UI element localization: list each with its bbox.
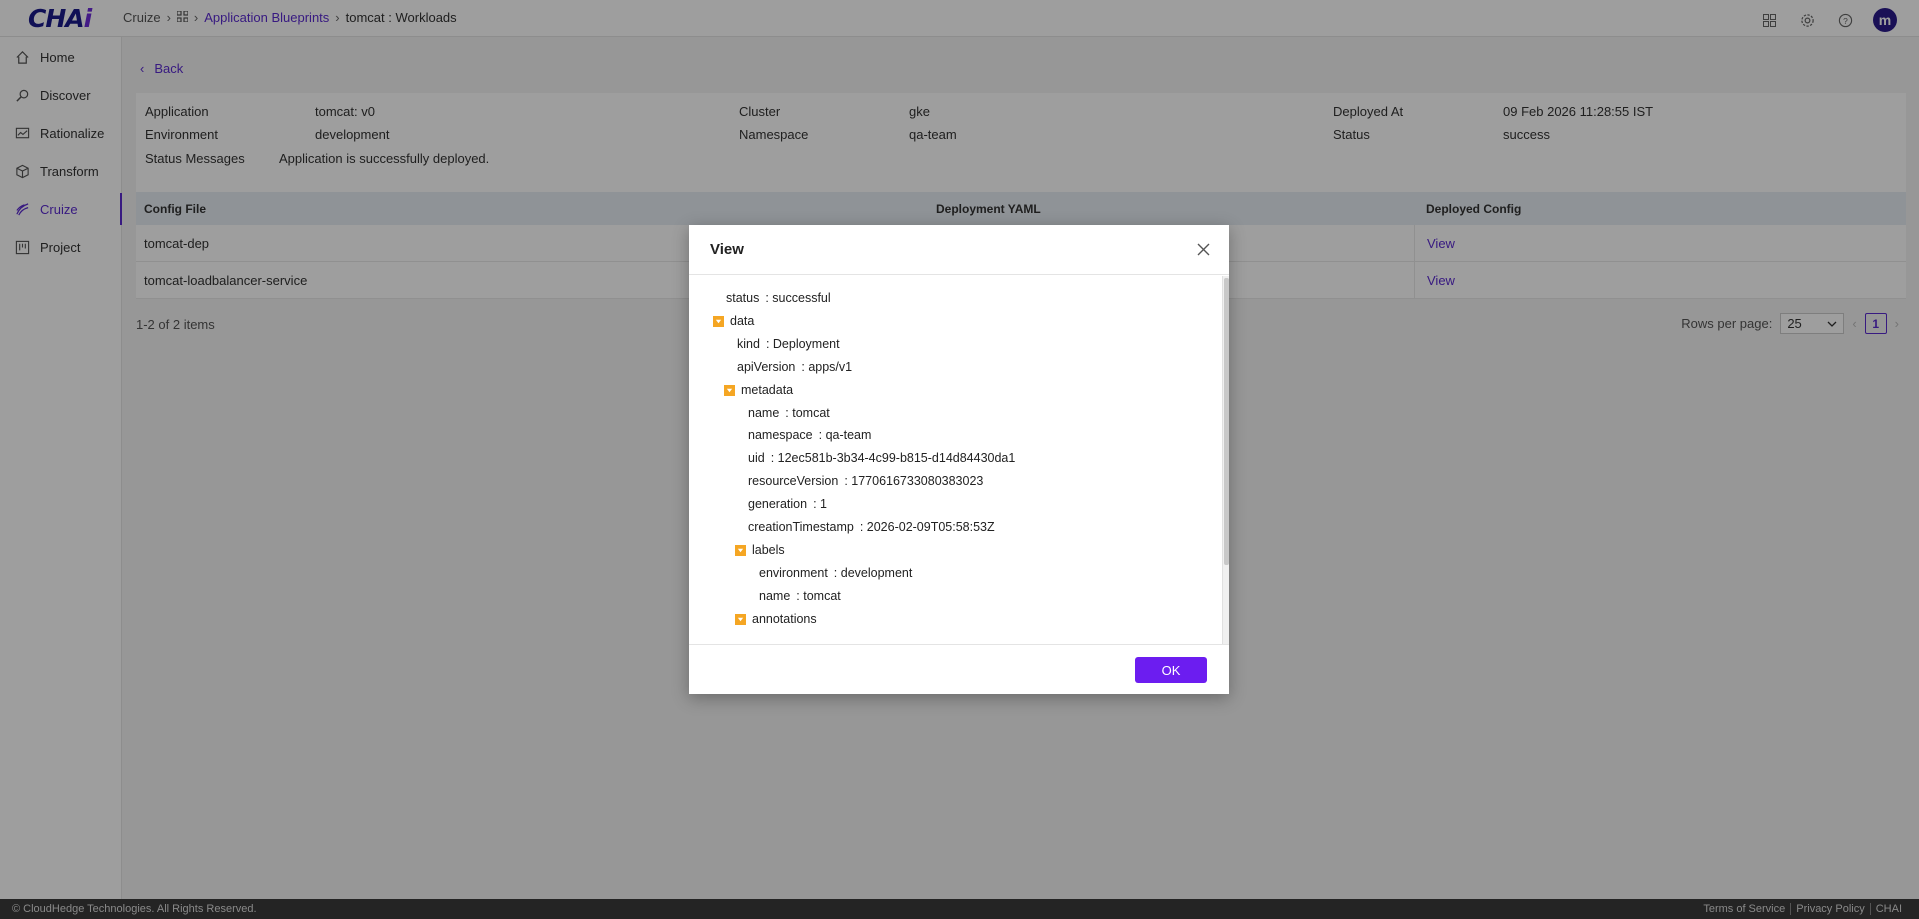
dialog-body[interactable]: status: successful data kind: Deployment… (689, 276, 1229, 644)
tree-node: name: tomcat (759, 589, 841, 603)
dialog-header: View (689, 225, 1229, 275)
scrollbar-thumb[interactable] (1224, 278, 1229, 565)
tree-node: creationTimestamp: 2026-02-09T05:58:53Z (748, 520, 995, 534)
tree-node[interactable]: data (713, 314, 760, 328)
tree-node[interactable]: metadata (724, 383, 799, 397)
view-dialog: View status: successful data kind: Deplo… (689, 225, 1229, 694)
collapse-toggle-icon[interactable] (713, 315, 724, 327)
tree-node[interactable]: labels (735, 543, 791, 557)
tree-node: name: tomcat (748, 406, 830, 420)
tree-node: namespace: qa-team (748, 428, 872, 442)
collapse-toggle-icon[interactable] (724, 384, 735, 396)
dialog-title: View (710, 241, 744, 258)
tree-node: environment: development (759, 566, 913, 580)
close-icon[interactable] (1193, 240, 1213, 260)
dialog-footer: OK (689, 644, 1229, 694)
tree-node: resourceVersion: 1770616733080383023 (748, 474, 984, 488)
collapse-toggle-icon[interactable] (735, 613, 746, 625)
tree-node: kind: Deployment (737, 337, 840, 351)
ok-button[interactable]: OK (1135, 657, 1207, 683)
collapse-toggle-icon[interactable] (735, 544, 746, 556)
tree-node: status: successful (726, 291, 831, 305)
tree-node: apiVersion: apps/v1 (737, 360, 853, 374)
dialog-scrollbar[interactable] (1222, 276, 1229, 644)
tree-node[interactable]: annotations (735, 612, 823, 626)
tree-node: uid: 12ec581b-3b34-4c99-b815-d14d84430da… (748, 451, 1016, 465)
tree-node: generation: 1 (748, 497, 827, 511)
